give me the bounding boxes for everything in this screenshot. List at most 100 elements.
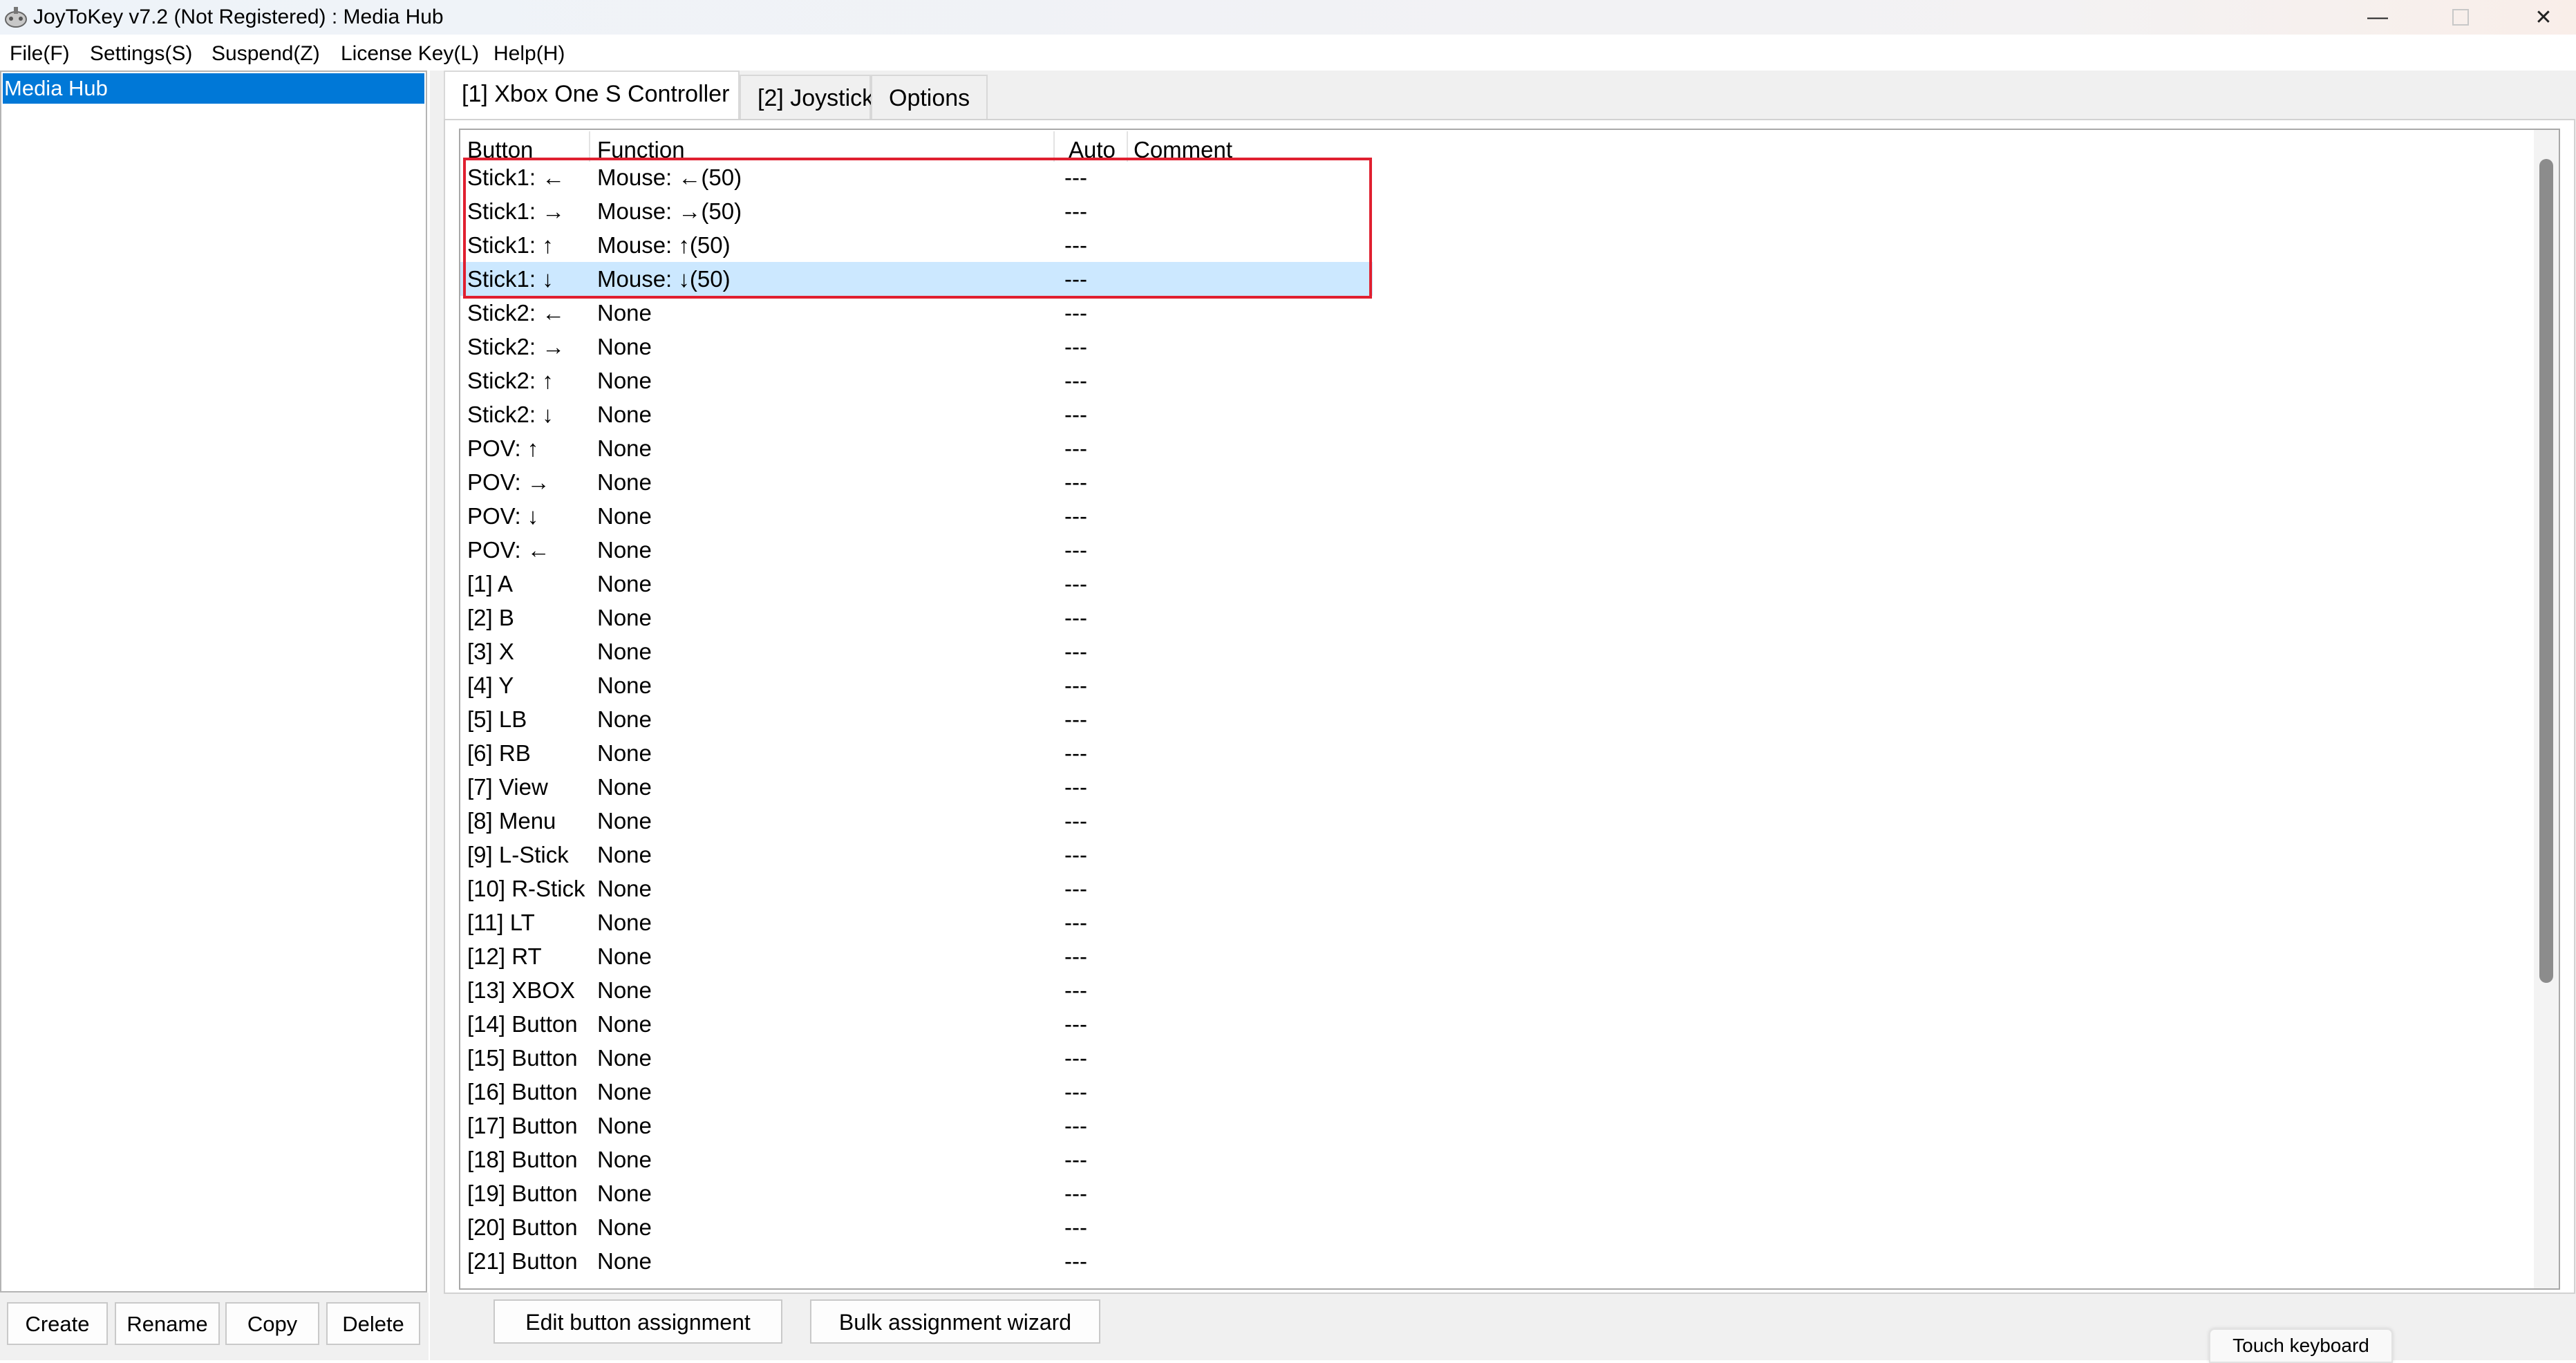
row-button-cell: [5] LB (467, 706, 527, 732)
row-button-cell: Stick2: ← (467, 300, 565, 326)
row-auto-cell: --- (1064, 334, 1087, 359)
row-auto-cell: --- (1064, 300, 1087, 326)
row-function-cell: None (597, 571, 652, 596)
table-row[interactable]: Stick2: ↑ None --- (460, 364, 1373, 397)
table-row[interactable]: Stick2: ↓ None --- (460, 397, 1373, 431)
table-row[interactable]: Stick2: ← None --- (460, 296, 1373, 330)
row-function-cell: None (597, 1248, 652, 1274)
table-row[interactable]: POV: → None --- (460, 465, 1373, 499)
table-row[interactable]: POV: ↓ None --- (460, 499, 1373, 533)
profile-item-media-hub[interactable]: Media Hub (3, 73, 424, 104)
row-button-cell: Stick1: ↑ (467, 232, 554, 258)
table-row[interactable]: [2] B None --- (460, 601, 1373, 634)
menu-settings[interactable]: Settings(S) (90, 40, 192, 68)
table-row[interactable]: [15] Button None --- (460, 1041, 1373, 1075)
menu-license-key[interactable]: License Key(L) (341, 40, 479, 68)
row-button-cell: [12] RT (467, 943, 542, 969)
minimize-button[interactable]: — (2336, 0, 2419, 35)
table-row[interactable]: [18] Button None --- (460, 1143, 1373, 1176)
row-button-cell: [20] Button (467, 1214, 578, 1240)
table-row[interactable]: Stick1: ← Mouse: ←(50) --- (460, 160, 1373, 194)
row-function-cell: None (597, 774, 652, 800)
column-divider[interactable] (589, 131, 590, 162)
row-function-cell: None (597, 300, 652, 326)
table-row[interactable]: [17] Button None --- (460, 1109, 1373, 1143)
row-button-cell: [11] LT (467, 910, 535, 935)
tab-xbox-one-s-controller[interactable]: [1] Xbox One S Controller (444, 70, 740, 120)
row-button-cell: Stick2: ↑ (467, 368, 554, 393)
table-row[interactable]: Stick1: → Mouse: →(50) --- (460, 194, 1373, 228)
maximize-button[interactable] (2419, 0, 2502, 35)
table-row[interactable]: [10] R-Stick None --- (460, 872, 1373, 905)
row-button-cell: [9] L-Stick (467, 842, 569, 867)
row-function-cell: None (597, 402, 652, 427)
menu-file[interactable]: File(F) (10, 40, 70, 68)
delete-button[interactable]: Delete (326, 1302, 420, 1345)
tab-options[interactable]: Options (871, 75, 988, 120)
row-function-cell: Mouse: →(50) (597, 198, 742, 224)
table-row[interactable]: [3] X None --- (460, 634, 1373, 668)
profile-actions: Create Rename Copy Delete (0, 1292, 429, 1360)
table-row[interactable]: [13] XBOX None --- (460, 973, 1373, 1007)
row-button-cell: [2] B (467, 605, 514, 630)
table-row[interactable]: [6] RB None --- (460, 736, 1373, 770)
vertical-scrollbar[interactable] (2534, 130, 2559, 1288)
row-auto-cell: --- (1064, 706, 1087, 732)
table-row[interactable]: [12] RT None --- (460, 939, 1373, 973)
row-auto-cell: --- (1064, 164, 1087, 190)
profile-list[interactable]: Media Hub (0, 70, 427, 1292)
row-function-cell: None (597, 977, 652, 1003)
maximize-icon (2452, 9, 2469, 26)
row-button-cell: Stick2: → (467, 334, 565, 359)
row-button-cell: [1] A (467, 571, 514, 596)
tab-joystick[interactable]: [2] Joystick (740, 75, 874, 120)
table-row[interactable]: [4] Y None --- (460, 668, 1373, 702)
bulk-assignment-wizard-button[interactable]: Bulk assignment wizard (810, 1299, 1100, 1344)
table-row[interactable]: [1] A None --- (460, 567, 1373, 601)
rename-button[interactable]: Rename (115, 1302, 220, 1345)
row-function-cell: None (597, 1079, 652, 1104)
copy-button[interactable]: Copy (225, 1302, 319, 1345)
table-row[interactable]: [8] Menu None --- (460, 804, 1373, 838)
column-divider[interactable] (1127, 131, 1128, 162)
table-row[interactable]: [14] Button None --- (460, 1007, 1373, 1041)
edit-button-assignment-button[interactable]: Edit button assignment (493, 1299, 782, 1344)
row-auto-cell: --- (1064, 198, 1087, 224)
table-row[interactable]: [16] Button None --- (460, 1075, 1373, 1109)
table-row[interactable]: Stick1: ↑ Mouse: ↑(50) --- (460, 228, 1373, 262)
touch-keyboard-button[interactable]: Touch keyboard (2209, 1328, 2393, 1363)
table-row[interactable]: Stick1: ↓ Mouse: ↓(50) --- (460, 262, 1373, 296)
table-row[interactable]: [7] View None --- (460, 770, 1373, 804)
row-auto-cell: --- (1064, 740, 1087, 766)
table-row[interactable]: [5] LB None --- (460, 702, 1373, 736)
table-row[interactable]: POV: ← None --- (460, 533, 1373, 567)
close-icon: ✕ (2535, 6, 2553, 29)
row-function-cell: None (597, 537, 652, 563)
table-row[interactable]: [9] L-Stick None --- (460, 838, 1373, 872)
row-function-cell: None (597, 435, 652, 461)
row-function-cell: Mouse: ←(50) (597, 164, 742, 190)
row-button-cell: Stick1: → (467, 198, 565, 224)
table-row[interactable]: [21] Button None --- (460, 1244, 1373, 1278)
create-button[interactable]: Create (7, 1302, 108, 1345)
button-assignment-table[interactable]: Button Function Auto Comment Stick1: ← Mo… (459, 129, 2560, 1290)
menu-help[interactable]: Help(H) (493, 40, 565, 68)
scrollbar-thumb[interactable] (2539, 159, 2553, 983)
row-function-cell: None (597, 740, 652, 766)
row-auto-cell: --- (1064, 1214, 1087, 1240)
table-row[interactable]: [20] Button None --- (460, 1210, 1373, 1244)
row-auto-cell: --- (1064, 571, 1087, 596)
row-auto-cell: --- (1064, 266, 1087, 292)
window-title: JoyToKey v7.2 (Not Registered) : Media H… (33, 6, 444, 28)
row-function-cell: Mouse: ↓(50) (597, 266, 731, 292)
row-button-cell: [8] Menu (467, 808, 556, 834)
row-auto-cell: --- (1064, 435, 1087, 461)
table-row[interactable]: [19] Button None --- (460, 1176, 1373, 1210)
column-divider[interactable] (1053, 131, 1055, 162)
table-row[interactable]: POV: ↑ None --- (460, 431, 1373, 465)
close-button[interactable]: ✕ (2502, 0, 2576, 35)
menu-suspend[interactable]: Suspend(Z) (211, 40, 320, 68)
table-row[interactable]: Stick2: → None --- (460, 330, 1373, 364)
row-function-cell: None (597, 1214, 652, 1240)
table-row[interactable]: [11] LT None --- (460, 905, 1373, 939)
